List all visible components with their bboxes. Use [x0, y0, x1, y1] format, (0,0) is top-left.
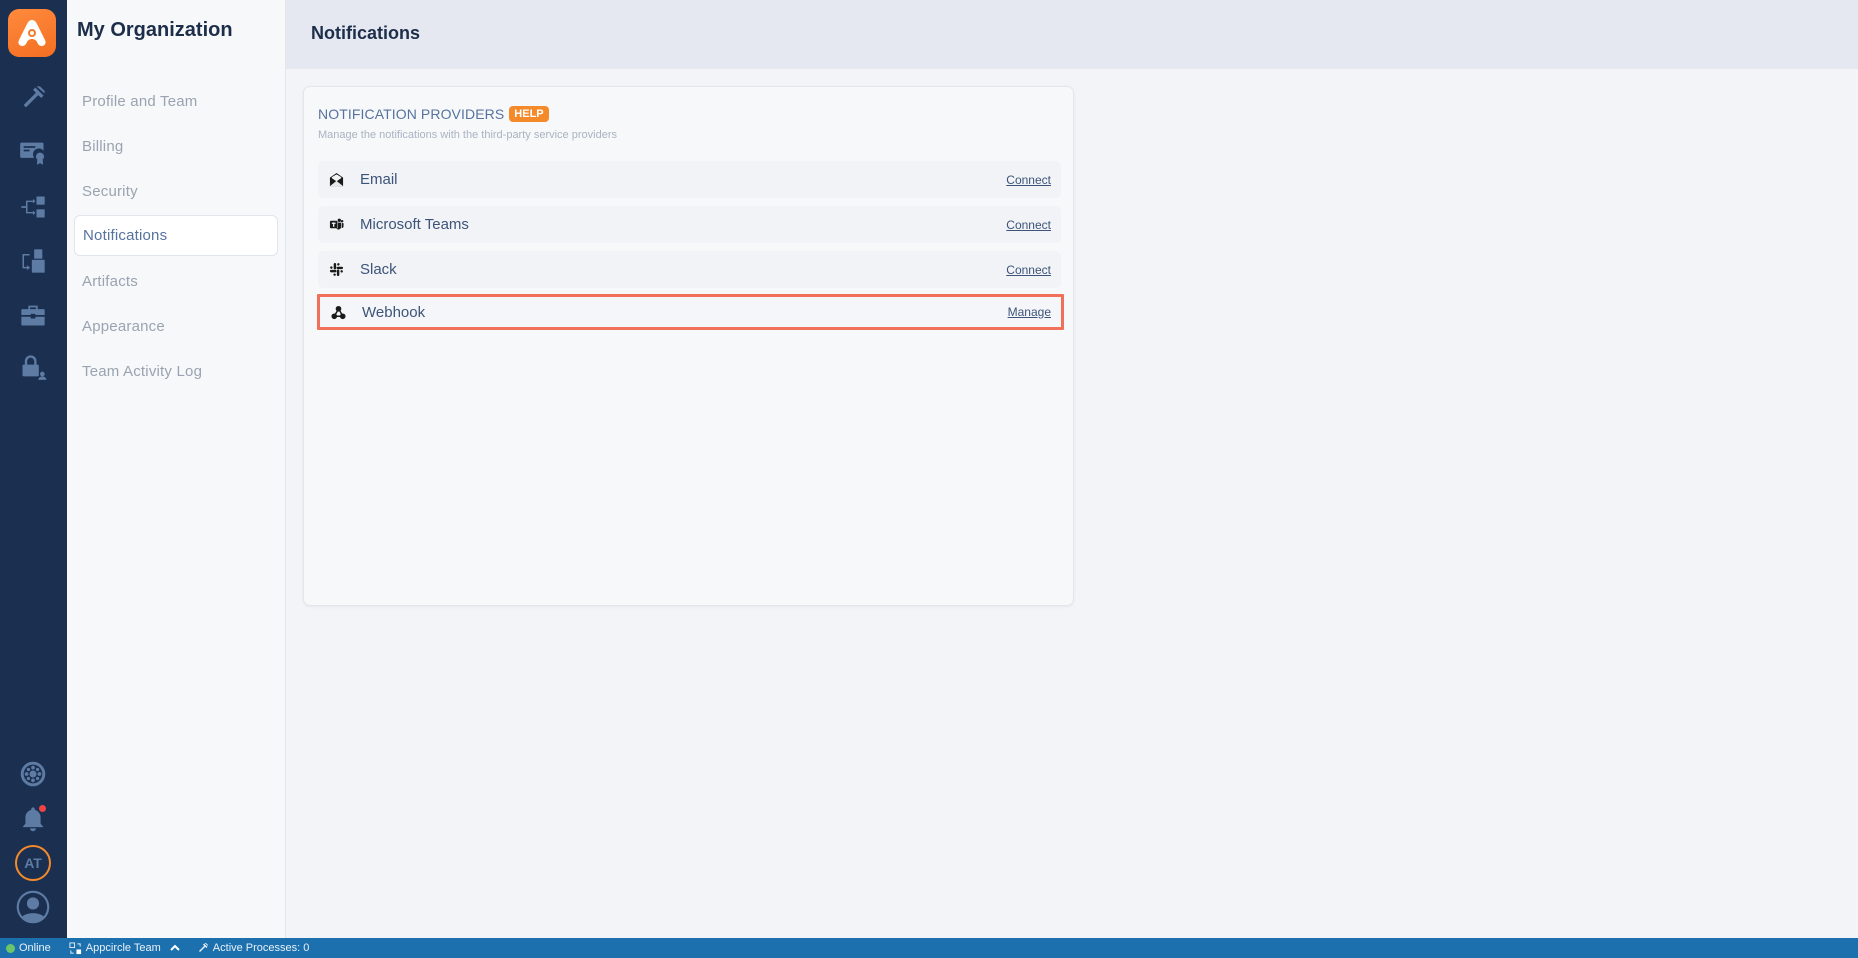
- sidebar-item-artifacts[interactable]: Artifacts: [74, 261, 278, 302]
- online-status-label: Online: [19, 942, 51, 954]
- envelope-open-icon: [328, 172, 344, 188]
- help-badge[interactable]: HELP: [509, 106, 549, 122]
- provider-name: Email: [360, 171, 398, 188]
- briefcase-icon[interactable]: [13, 295, 53, 335]
- webhook-icon: [330, 304, 346, 320]
- bell-icon[interactable]: [13, 799, 53, 839]
- provider-row-email: Email Connect: [318, 161, 1061, 198]
- sidebar-item-appearance[interactable]: Appearance: [74, 306, 278, 347]
- avatar-initials: AT: [24, 855, 42, 871]
- active-processes[interactable]: Active Processes: 0: [197, 942, 310, 954]
- appcircle-logo[interactable]: [8, 9, 56, 57]
- provider-name: Webhook: [362, 303, 426, 321]
- email-connect-link[interactable]: Connect: [1006, 173, 1051, 187]
- provider-row-slack: Slack Connect: [318, 251, 1061, 288]
- user-profile-icon[interactable]: [12, 886, 54, 928]
- lock-user-icon[interactable]: [13, 347, 53, 387]
- provider-name: Slack: [360, 261, 397, 278]
- card-subtitle: Manage the notifications with the third-…: [318, 129, 617, 141]
- sidebar-item-profile-and-team[interactable]: Profile and Team: [74, 81, 278, 122]
- team-switch-icon: [69, 941, 81, 954]
- slack-icon: [328, 262, 344, 278]
- team-switcher[interactable]: Appcircle Team: [69, 941, 180, 955]
- organization-title: My Organization: [77, 19, 233, 41]
- notification-providers-card: NOTIFICATION PROVIDERS HELP Manage the n…: [303, 86, 1074, 606]
- sidebar-item-security[interactable]: Security: [74, 171, 278, 212]
- logo-icon: [18, 20, 46, 46]
- settings-sidebar: My Organization Profile and Team Billing…: [67, 0, 286, 938]
- wheel-icon[interactable]: [13, 754, 53, 794]
- icon-rail: AT: [0, 0, 67, 938]
- sidebar-item-billing[interactable]: Billing: [74, 126, 278, 167]
- hammer-icon[interactable]: [13, 78, 53, 118]
- teams-connect-link[interactable]: Connect: [1006, 218, 1051, 232]
- teams-icon: [328, 217, 344, 233]
- card-header: NOTIFICATION PROVIDERS HELP: [318, 106, 549, 122]
- sidebar-item-notifications[interactable]: Notifications: [74, 215, 278, 256]
- page-header: Notifications: [286, 0, 1858, 69]
- active-processes-label: Active Processes: 0: [212, 942, 310, 954]
- certificate-icon[interactable]: [13, 132, 53, 172]
- provider-row-microsoft-teams: Microsoft Teams Connect: [318, 206, 1061, 243]
- team-avatar[interactable]: AT: [15, 845, 51, 881]
- branch-icon[interactable]: [13, 187, 53, 227]
- page-title: Notifications: [311, 23, 421, 43]
- online-dot-icon: [6, 943, 15, 953]
- online-status: Online: [6, 942, 51, 954]
- provider-name: Microsoft Teams: [360, 216, 469, 233]
- chevron-up-icon: [170, 944, 180, 951]
- webhook-manage-link[interactable]: Manage: [1008, 305, 1051, 319]
- notification-dot: [39, 805, 46, 812]
- status-bar: Online Appcircle Team Active Processes: …: [0, 938, 1858, 958]
- slack-connect-link[interactable]: Connect: [1006, 263, 1051, 277]
- provider-row-webhook: Webhook Manage: [317, 294, 1064, 330]
- team-name: Appcircle Team: [85, 942, 161, 954]
- sidebar-item-team-activity-log[interactable]: Team Activity Log: [74, 351, 278, 392]
- hammer-icon: [198, 943, 208, 952]
- card-title: NOTIFICATION PROVIDERS: [318, 106, 505, 122]
- distribute-icon[interactable]: [13, 241, 53, 281]
